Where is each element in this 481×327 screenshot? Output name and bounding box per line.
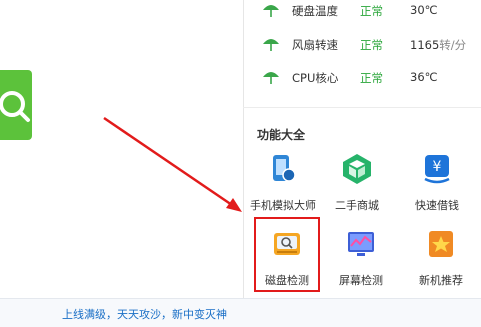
hardware-name: 风扇转速: [292, 38, 338, 52]
ticker-link[interactable]: 上线满级，天天攻沙，新中变灭神: [62, 306, 227, 322]
feature-label: 二手商城: [335, 199, 379, 212]
feature-label: 屏幕检测: [339, 274, 383, 287]
feature-screen-check[interactable]: 屏幕检测: [325, 228, 397, 290]
quick-loan-icon: ¥: [424, 155, 450, 184]
hardware-row-cpu-core: CPU核心 正常 36℃: [244, 67, 481, 89]
umbrella-icon: [263, 5, 279, 17]
feature-label: 快速借钱: [415, 199, 459, 212]
svg-text:¥: ¥: [433, 159, 442, 175]
hardware-status: 正常: [360, 71, 383, 85]
hardware-value: 36℃: [410, 70, 438, 84]
feature-new-device-recommend[interactable]: 新机推荐: [405, 228, 477, 290]
hardware-row-disk-temp: 硬盘温度 正常 30℃: [244, 0, 481, 22]
section-title: 功能大全: [257, 128, 306, 142]
section-divider: [243, 107, 481, 108]
hardware-value: 1165转/分: [410, 38, 467, 52]
hardware-status: 正常: [360, 38, 383, 52]
hardware-name: CPU核心: [292, 71, 339, 85]
umbrella-icon: [263, 39, 279, 51]
hardware-value: 30℃: [410, 3, 438, 17]
bottom-bar: 上线满级，天天攻沙，新中变灭神: [0, 298, 481, 327]
feature-label: 新机推荐: [419, 274, 463, 287]
feature-quick-loan[interactable]: ¥ 快速借钱: [401, 153, 473, 215]
secondhand-mall-icon: [343, 154, 371, 184]
hardware-row-fan-speed: 风扇转速 正常 1165转/分: [244, 34, 481, 56]
umbrella-icon: [263, 72, 279, 84]
hardware-status: 正常: [360, 4, 383, 18]
search-icon: [0, 91, 30, 122]
new-device-recommend-icon: [429, 231, 453, 257]
feature-label: 手机模拟大师: [250, 199, 316, 212]
search-tile[interactable]: [0, 70, 32, 140]
hardware-name: 硬盘温度: [292, 4, 338, 18]
phone-simulator-icon: [273, 155, 296, 182]
feature-phone-simulator[interactable]: 手机模拟大师: [247, 153, 319, 215]
screen-check-icon: [348, 232, 374, 256]
highlight-box: [254, 217, 320, 292]
feature-secondhand-mall[interactable]: 二手商城: [321, 153, 393, 215]
